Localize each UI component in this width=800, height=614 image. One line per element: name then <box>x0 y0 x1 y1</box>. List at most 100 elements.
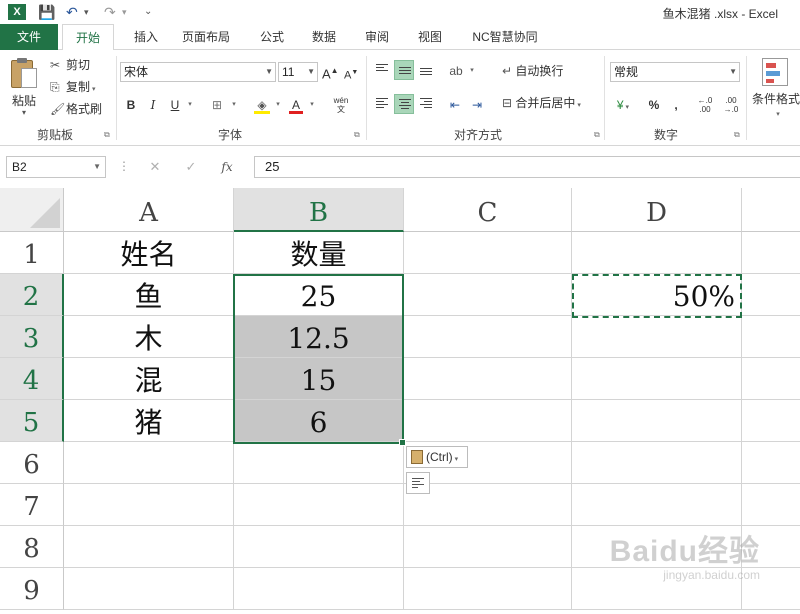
number-launcher-icon[interactable]: ⧉ <box>734 130 740 140</box>
cell-c5[interactable] <box>404 400 572 442</box>
tab-home[interactable]: 开始 <box>62 24 114 51</box>
column-header-d[interactable]: D <box>572 188 742 232</box>
column-header-e[interactable] <box>742 188 800 232</box>
align-middle-button[interactable] <box>394 60 414 80</box>
row-header-1[interactable]: 1 <box>0 232 64 274</box>
row-header-8[interactable]: 8 <box>0 526 64 568</box>
cell-e6[interactable] <box>742 442 800 484</box>
redo-dropdown-icon[interactable]: ▾ <box>122 3 127 21</box>
clipboard-launcher-icon[interactable]: ⧉ <box>104 130 110 140</box>
copy-button[interactable]: ⎘ 复制 ▾ <box>50 78 95 96</box>
borders-dropdown-icon[interactable]: ▾ <box>230 96 238 114</box>
align-bottom-button[interactable] <box>416 60 436 80</box>
column-header-b[interactable]: B <box>234 188 404 232</box>
wrap-text-button[interactable]: ↵ 自动换行 <box>502 62 563 80</box>
align-center-button[interactable] <box>394 94 414 114</box>
cell-b7[interactable] <box>234 484 404 526</box>
customize-quick-access-icon[interactable]: ⌄ <box>144 3 152 21</box>
column-header-a[interactable]: A <box>64 188 234 232</box>
cell-a3[interactable]: 木 <box>64 316 234 358</box>
name-box[interactable]: B2 ▼ <box>6 156 106 178</box>
undo-icon[interactable]: ↶ <box>66 3 78 21</box>
paste-dropdown-icon[interactable]: ▾ <box>22 108 26 117</box>
paste-options-button[interactable]: (Ctrl) ▾ <box>406 446 468 468</box>
row-header-7[interactable]: 7 <box>0 484 64 526</box>
cell-e5[interactable] <box>742 400 800 442</box>
merge-dropdown-icon[interactable]: ▾ <box>575 102 581 109</box>
tab-file[interactable]: 文件 <box>0 24 58 50</box>
confirm-entry-button[interactable]: ✓ <box>176 156 206 178</box>
row-header-5[interactable]: 5 <box>0 400 64 442</box>
bold-button[interactable]: B <box>124 96 138 114</box>
cell-b6[interactable] <box>234 442 404 484</box>
row-header-3[interactable]: 3 <box>0 316 64 358</box>
undo-dropdown-icon[interactable]: ▾ <box>84 3 89 21</box>
chevron-down-icon[interactable]: ▼ <box>93 157 101 177</box>
borders-button[interactable]: ⊞ <box>208 96 226 114</box>
conditional-format-icon[interactable] <box>762 58 788 86</box>
grow-font-button[interactable]: A▲ <box>322 62 339 81</box>
cell-b5[interactable]: 6 <box>234 400 404 442</box>
align-top-button[interactable] <box>372 60 392 80</box>
align-left-button[interactable] <box>372 94 392 114</box>
cell-b9[interactable] <box>234 568 404 610</box>
cell-c2[interactable] <box>404 274 572 316</box>
insert-function-button[interactable]: fx <box>212 156 242 178</box>
font-color-dropdown-icon[interactable]: ▾ <box>308 96 316 114</box>
tab-nc-collab[interactable]: NC智慧协同 <box>462 24 548 50</box>
cell-e1[interactable] <box>742 232 800 274</box>
cell-b1[interactable]: 数量 <box>234 232 404 274</box>
fill-handle[interactable] <box>399 439 406 446</box>
underline-button[interactable]: U <box>168 96 182 114</box>
cell-a8[interactable] <box>64 526 234 568</box>
formula-input[interactable]: 25 <box>254 156 800 178</box>
cell-e4[interactable] <box>742 358 800 400</box>
row-header-6[interactable]: 6 <box>0 442 64 484</box>
cell-a4[interactable]: 混 <box>64 358 234 400</box>
decrease-indent-button[interactable]: ⇤ <box>446 96 464 114</box>
row-header-4[interactable]: 4 <box>0 358 64 400</box>
select-all-button[interactable] <box>0 188 64 232</box>
cell-d1[interactable] <box>572 232 742 274</box>
cell-d5[interactable] <box>572 400 742 442</box>
underline-dropdown-icon[interactable]: ▾ <box>186 96 194 114</box>
copy-dropdown-icon[interactable]: ▾ <box>90 86 96 93</box>
cell-b2[interactable]: 25 <box>234 274 404 316</box>
formula-bar-splitter[interactable]: ⋮ <box>118 159 130 173</box>
font-color-button[interactable]: A <box>288 96 304 114</box>
cell-d4[interactable] <box>572 358 742 400</box>
redo-icon[interactable]: ↷ <box>104 3 116 21</box>
accounting-format-button[interactable]: ¥ ▾ <box>612 96 634 114</box>
row-header-2[interactable]: 2 <box>0 274 64 316</box>
cell-b3[interactable]: 12.5 <box>234 316 404 358</box>
cell-c4[interactable] <box>404 358 572 400</box>
paste-label[interactable]: 粘贴 <box>12 92 36 109</box>
tab-formulas[interactable]: 公式 <box>252 24 292 50</box>
increase-decimal-button[interactable]: ←.0.00 <box>694 96 716 114</box>
comma-style-button[interactable]: , <box>670 96 682 114</box>
cell-a9[interactable] <box>64 568 234 610</box>
cell-b4[interactable]: 15 <box>234 358 404 400</box>
cell-d2[interactable]: 50% <box>572 274 742 316</box>
cell-b8[interactable] <box>234 526 404 568</box>
quick-analysis-button[interactable] <box>406 472 430 494</box>
font-launcher-icon[interactable]: ⧉ <box>354 130 360 140</box>
cell-a5[interactable]: 猪 <box>64 400 234 442</box>
cell-c3[interactable] <box>404 316 572 358</box>
tab-page-layout[interactable]: 页面布局 <box>176 24 236 50</box>
cell-a7[interactable] <box>64 484 234 526</box>
cancel-entry-button[interactable]: ✕ <box>140 156 170 178</box>
cell-c9[interactable] <box>404 568 572 610</box>
number-format-select[interactable]: 常规 ▼ <box>610 62 740 82</box>
cell-c8[interactable] <box>404 526 572 568</box>
cell-e3[interactable] <box>742 316 800 358</box>
align-right-button[interactable] <box>416 94 436 114</box>
cut-button[interactable]: ✂ 剪切 <box>50 56 90 74</box>
paste-button[interactable] <box>8 58 42 92</box>
phonetic-guide-button[interactable]: wén 文 <box>330 96 352 114</box>
italic-button[interactable]: I <box>146 96 160 114</box>
increase-indent-button[interactable]: ⇥ <box>468 96 486 114</box>
cell-d7[interactable] <box>572 484 742 526</box>
font-name-select[interactable]: 宋体 ▼ <box>120 62 276 82</box>
orientation-dropdown-icon[interactable]: ▾ <box>468 62 476 80</box>
